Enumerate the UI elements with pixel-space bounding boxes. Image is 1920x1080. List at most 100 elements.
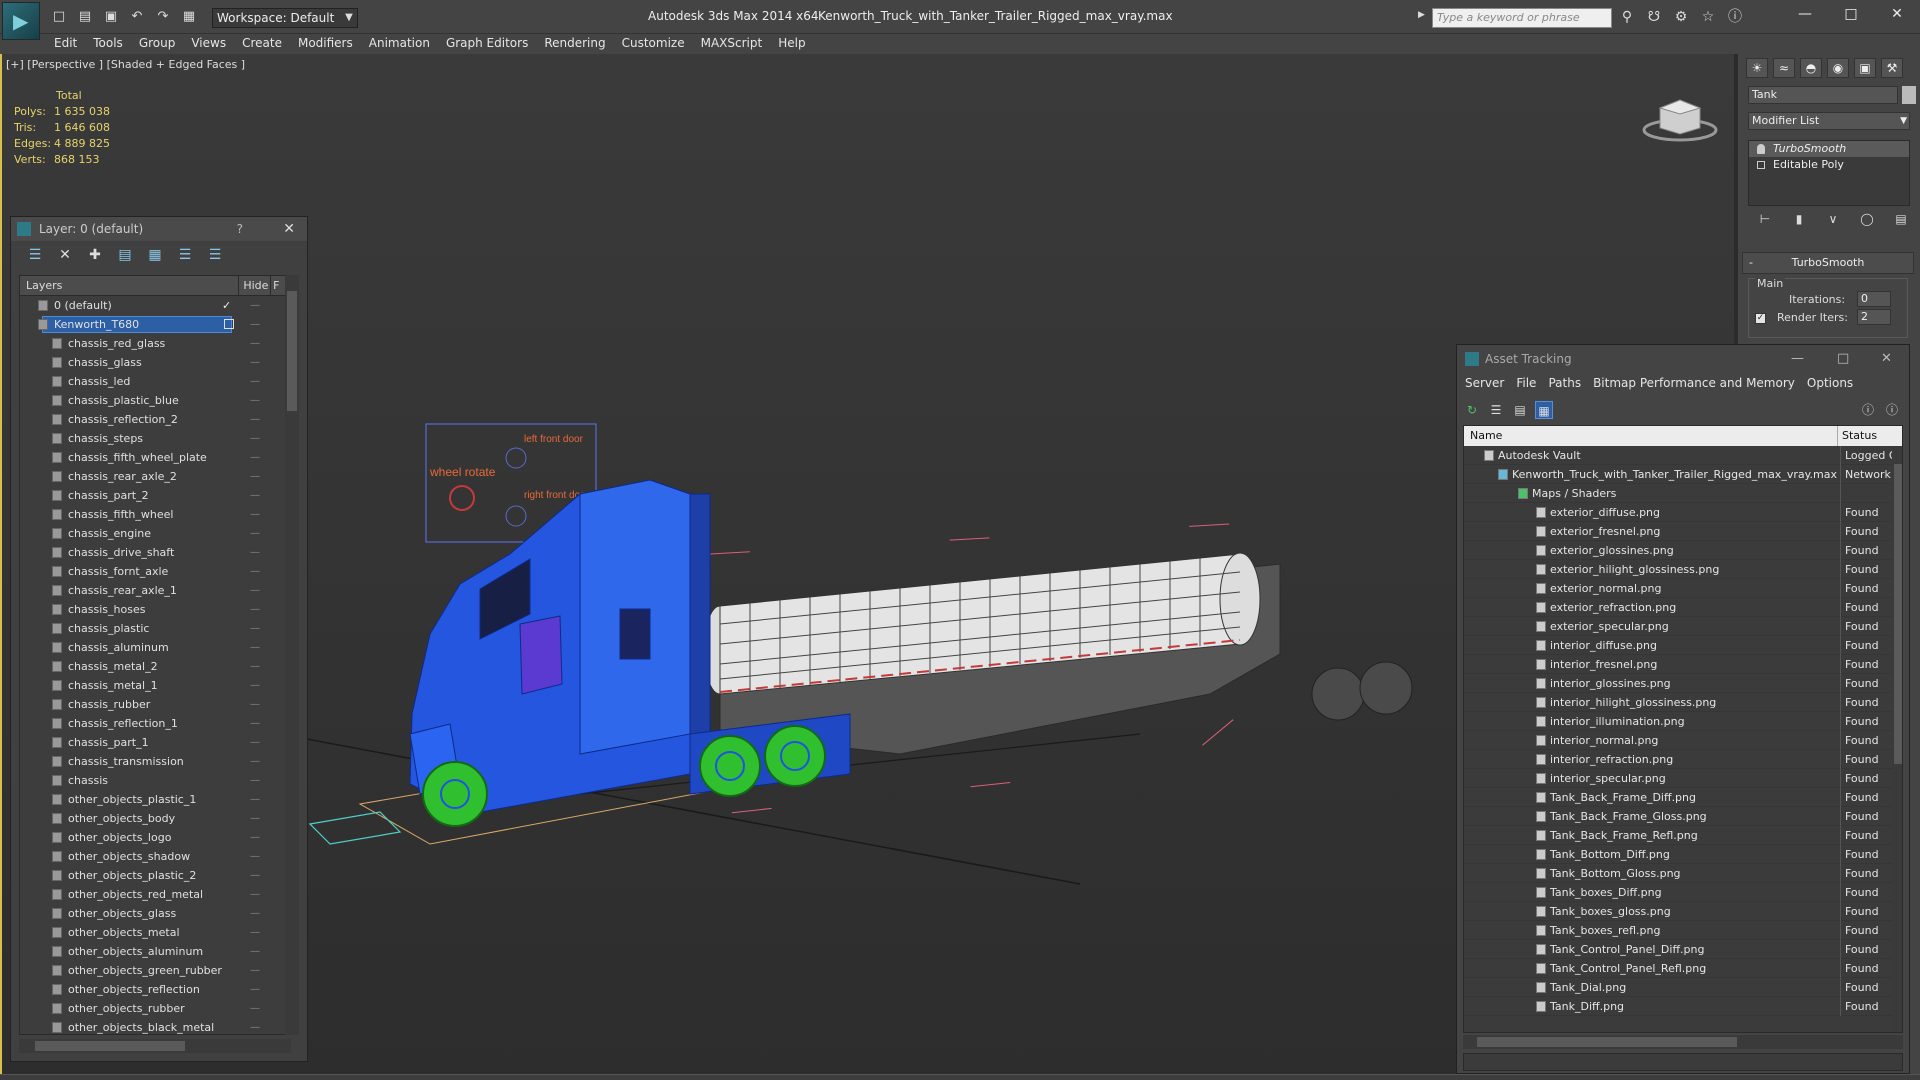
layer-row[interactable]: chassis_rear_axle_1 —: [20, 581, 290, 600]
layer-row[interactable]: chassis_hoses —: [20, 600, 290, 619]
configure-sets-icon[interactable]: ▤: [1892, 212, 1910, 230]
layer-row[interactable]: other_objects_metal —: [20, 923, 290, 942]
layer-row[interactable]: other_objects_plastic_1 —: [20, 790, 290, 809]
layer-row[interactable]: chassis_plastic_blue —: [20, 391, 290, 410]
asset-row[interactable]: Tank_Diff.png Found: [1464, 997, 1902, 1016]
hide-toggle-icon[interactable]: —: [250, 543, 260, 562]
layer-row[interactable]: chassis_aluminum —: [20, 638, 290, 657]
hide-toggle-icon[interactable]: —: [250, 809, 260, 828]
layer-row[interactable]: chassis_glass —: [20, 353, 290, 372]
menu-file[interactable]: File: [1516, 373, 1536, 397]
asset-tracking-titlebar[interactable]: Asset Tracking — □ ✕: [1457, 345, 1909, 373]
hide-toggle-icon[interactable]: —: [250, 353, 260, 372]
hide-toggle-icon[interactable]: —: [250, 942, 260, 961]
menu-views[interactable]: Views: [191, 34, 240, 54]
layer-panel-titlebar[interactable]: Layer: 0 (default) ? ✕: [11, 217, 307, 241]
layer-row[interactable]: chassis —: [20, 771, 290, 790]
layer-row[interactable]: chassis_steps —: [20, 429, 290, 448]
maximize-button[interactable]: □: [1836, 6, 1866, 22]
freeze-all-icon[interactable]: ☰: [205, 247, 225, 265]
hide-toggle-icon[interactable]: —: [250, 790, 260, 809]
menu-server[interactable]: Server: [1465, 373, 1504, 397]
expand-arrow-icon[interactable]: ▶: [1418, 10, 1425, 20]
layer-row[interactable]: other_objects_black_metal —: [20, 1018, 290, 1034]
hide-toggle-icon[interactable]: —: [250, 676, 260, 695]
layer-row[interactable]: other_objects_green_rubber —: [20, 961, 290, 980]
asset-row[interactable]: exterior_refraction.png Found: [1464, 598, 1902, 617]
asset-row[interactable]: Autodesk Vault Logged Out: [1464, 446, 1902, 465]
menu-maxscript[interactable]: MAXScript: [701, 34, 777, 54]
menu-rendering[interactable]: Rendering: [544, 34, 619, 54]
hide-toggle-icon[interactable]: —: [250, 714, 260, 733]
layer-row[interactable]: other_objects_shadow —: [20, 847, 290, 866]
delete-layer-icon[interactable]: ✕: [55, 247, 75, 265]
asset-row[interactable]: interior_illumination.png Found: [1464, 712, 1902, 731]
hide-toggle-icon[interactable]: —: [250, 980, 260, 999]
menu-paths[interactable]: Paths: [1548, 373, 1581, 397]
add-to-layer-icon[interactable]: ✚: [85, 247, 105, 265]
help-icon[interactable]: ?: [237, 217, 243, 241]
hide-toggle-icon[interactable]: —: [250, 752, 260, 771]
hide-toggle-icon[interactable]: —: [250, 733, 260, 752]
object-name-field[interactable]: Tank: [1748, 86, 1898, 104]
asset-row[interactable]: Tank_boxes_gloss.png Found: [1464, 902, 1902, 921]
lightbulb-icon[interactable]: [1757, 144, 1765, 154]
motion-tab-icon[interactable]: ◉: [1827, 58, 1849, 78]
layer-row[interactable]: other_objects_glass —: [20, 904, 290, 923]
viewcube-icon[interactable]: [1640, 88, 1720, 148]
search-input[interactable]: Type a keyword or phrase: [1432, 8, 1612, 28]
asset-row[interactable]: interior_glossines.png Found: [1464, 674, 1902, 693]
display-tab-icon[interactable]: ▣: [1854, 58, 1876, 78]
collapse-icon[interactable]: -: [1749, 253, 1753, 273]
floor-helper[interactable]: [308, 811, 402, 845]
asset-row[interactable]: Tank_Control_Panel_Diff.png Found: [1464, 940, 1902, 959]
asset-row[interactable]: Tank_Control_Panel_Refl.png Found: [1464, 959, 1902, 978]
asset-row[interactable]: interior_normal.png Found: [1464, 731, 1902, 750]
hide-toggle-icon[interactable]: —: [250, 866, 260, 885]
layer-row[interactable]: other_objects_plastic_2 —: [20, 866, 290, 885]
asset-row[interactable]: Kenworth_Truck_with_Tanker_Trailer_Rigge…: [1464, 465, 1902, 484]
asset-row[interactable]: interior_refraction.png Found: [1464, 750, 1902, 769]
remove-modifier-icon[interactable]: ◯: [1858, 212, 1876, 230]
menu-options[interactable]: Options: [1807, 373, 1853, 397]
menu-graph-editors[interactable]: Graph Editors: [446, 34, 542, 54]
hide-toggle-icon[interactable]: —: [250, 847, 260, 866]
redo-icon[interactable]: ↷: [154, 9, 172, 25]
subscription-icon[interactable]: ⚙: [1672, 9, 1690, 25]
stack-item-editable-poly[interactable]: Editable Poly: [1749, 157, 1909, 173]
layer-row[interactable]: chassis_fifth_wheel —: [20, 505, 290, 524]
asset-row[interactable]: Tank_Back_Frame_Gloss.png Found: [1464, 807, 1902, 826]
asset-row[interactable]: Tank_Bottom_Gloss.png Found: [1464, 864, 1902, 883]
expand-plus-icon[interactable]: [1757, 161, 1765, 169]
app-menu-button[interactable]: ▶: [2, 2, 40, 40]
thumbnail-view-icon[interactable]: ▤: [1511, 401, 1529, 419]
minimize-button[interactable]: —: [1791, 345, 1804, 373]
hide-toggle-icon[interactable]: —: [250, 391, 260, 410]
layer-row[interactable]: chassis_part_1 —: [20, 733, 290, 752]
menu-group[interactable]: Group: [139, 34, 190, 54]
layer-row[interactable]: chassis_reflection_2 —: [20, 410, 290, 429]
column-layers[interactable]: Layers: [20, 276, 238, 295]
stack-item-turbosmooth[interactable]: TurboSmooth: [1749, 141, 1909, 157]
hide-toggle-icon[interactable]: —: [250, 315, 260, 334]
hide-toggle-icon[interactable]: —: [250, 581, 260, 600]
layer-row[interactable]: chassis_metal_2 —: [20, 657, 290, 676]
asset-row[interactable]: Maps / Shaders: [1464, 484, 1902, 503]
help-icon[interactable]: ⓘ: [1726, 9, 1744, 25]
layer-row[interactable]: chassis_rear_axle_2 —: [20, 467, 290, 486]
modifier-list-dropdown[interactable]: Modifier List ▼: [1748, 112, 1910, 130]
hide-toggle-icon[interactable]: —: [250, 372, 260, 391]
layer-row[interactable]: Kenworth_T680 —: [20, 315, 290, 334]
layer-row[interactable]: chassis_part_2 —: [20, 486, 290, 505]
asset-row[interactable]: exterior_hilight_glossiness.png Found: [1464, 560, 1902, 579]
asset-row[interactable]: exterior_normal.png Found: [1464, 579, 1902, 598]
asset-row[interactable]: Tank_Back_Frame_Diff.png Found: [1464, 788, 1902, 807]
open-file-icon[interactable]: ▤: [76, 9, 94, 25]
turbosmooth-rollout-header[interactable]: - TurboSmooth: [1742, 252, 1914, 274]
asset-row[interactable]: exterior_specular.png Found: [1464, 617, 1902, 636]
highlight-layer-icon[interactable]: ▦: [145, 247, 165, 265]
minimize-button[interactable]: —: [1790, 6, 1820, 22]
hide-toggle-icon[interactable]: —: [250, 961, 260, 980]
hide-toggle-icon[interactable]: —: [250, 999, 260, 1018]
hide-toggle-icon[interactable]: —: [250, 410, 260, 429]
